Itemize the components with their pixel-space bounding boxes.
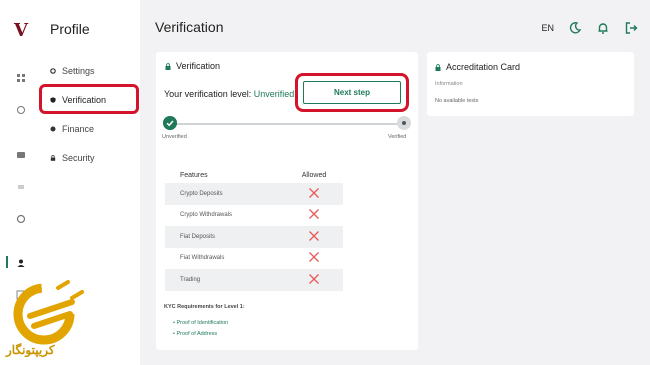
app: V Profile Settings Verification Finance … — [0, 0, 650, 365]
language-selector[interactable]: EN — [541, 23, 554, 33]
sidebar-item-label: Security — [62, 153, 95, 163]
card-title: Verification — [176, 61, 221, 71]
table-row: Fiat Withdrawals — [165, 248, 343, 270]
sidebar-item-label: Settings — [62, 66, 95, 76]
rail-active-indicator — [6, 256, 8, 268]
table-header: Features Allowed — [165, 167, 343, 183]
features-table: Features Allowed Crypto Deposits Crypto … — [165, 167, 343, 291]
sidebar-item-label: Finance — [62, 124, 95, 134]
lock-icon — [435, 63, 441, 71]
empty-state-text: No available tests — [435, 98, 479, 104]
logout-icon[interactable] — [624, 21, 638, 35]
sidebar-item-security[interactable]: Security — [50, 153, 95, 163]
feature-name: Crypto Deposits — [180, 190, 223, 197]
feature-name: Fiat Deposits — [180, 233, 216, 240]
verification-card: Verification Your verification level: Un… — [156, 52, 418, 350]
feature-name: Crypto Withdrawals — [180, 212, 233, 219]
globe-icon[interactable] — [16, 214, 26, 224]
progress-end-label: Verified — [388, 134, 407, 140]
wallet-icon[interactable] — [16, 150, 26, 160]
cross-icon — [309, 252, 319, 263]
card-header: Accreditation Card — [435, 62, 520, 72]
dashboard-icon[interactable] — [16, 73, 26, 83]
check-icon — [163, 116, 177, 130]
cross-icon — [309, 273, 319, 284]
card-title: Accreditation Card — [446, 62, 521, 72]
page-title: Verification — [155, 19, 224, 35]
next-step-button[interactable]: Next step — [303, 81, 401, 104]
bell-icon[interactable] — [596, 21, 610, 35]
lock-icon — [165, 62, 171, 70]
table-row: Fiat Deposits — [165, 226, 343, 248]
kyc-item[interactable]: • Proof of Address — [173, 331, 217, 337]
progress-start-label: Unverified — [162, 134, 187, 140]
sidebar-item-settings[interactable]: Settings — [50, 66, 95, 76]
moon-icon[interactable] — [568, 21, 582, 35]
user-icon[interactable] — [16, 258, 26, 268]
watermark-text: کریپتونگار — [6, 343, 55, 357]
column-header-features: Features — [180, 171, 208, 179]
cross-icon — [309, 230, 319, 241]
verification-level: Your verification level: Unverified — [164, 89, 294, 99]
sidebar-title: Profile — [50, 21, 90, 37]
top-bar: EN — [541, 21, 638, 35]
card-header: Verification — [165, 61, 220, 71]
gear-icon — [50, 68, 56, 74]
table-row: Crypto Withdrawals — [165, 205, 343, 227]
sidebar-item-finance[interactable]: Finance — [50, 124, 94, 134]
table-row: Trading — [165, 269, 343, 291]
feature-name: Trading — [180, 276, 201, 283]
cross-icon — [309, 209, 319, 220]
coin-icon — [50, 126, 56, 132]
table-row: Crypto Deposits — [165, 183, 343, 205]
progress-track — [172, 123, 402, 125]
accreditation-card: Accreditation Card Information No availa… — [427, 52, 634, 116]
column-header-allowed: Allowed — [301, 171, 327, 179]
cross-icon — [309, 187, 319, 198]
verification-level-label: Your verification level: — [164, 89, 252, 99]
lock-icon — [50, 155, 56, 161]
kyc-item-label: Proof of Identification — [176, 320, 229, 326]
kyc-requirements-title: KYC Requirements for Level 1: — [164, 304, 245, 310]
verification-highlight-annotation — [39, 84, 139, 114]
card-subtitle: Information — [435, 81, 463, 87]
kyc-item-label: Proof of Address — [176, 331, 218, 337]
kyc-item[interactable]: • Proof of Identification — [173, 320, 228, 326]
step-pending-indicator — [397, 116, 411, 130]
feature-name: Fiat Withdrawals — [180, 255, 225, 262]
verification-level-value: Unverified — [253, 89, 295, 99]
brand-logo[interactable]: V — [14, 20, 28, 41]
bolt-icon[interactable] — [16, 105, 26, 115]
swap-icon[interactable] — [16, 182, 26, 192]
